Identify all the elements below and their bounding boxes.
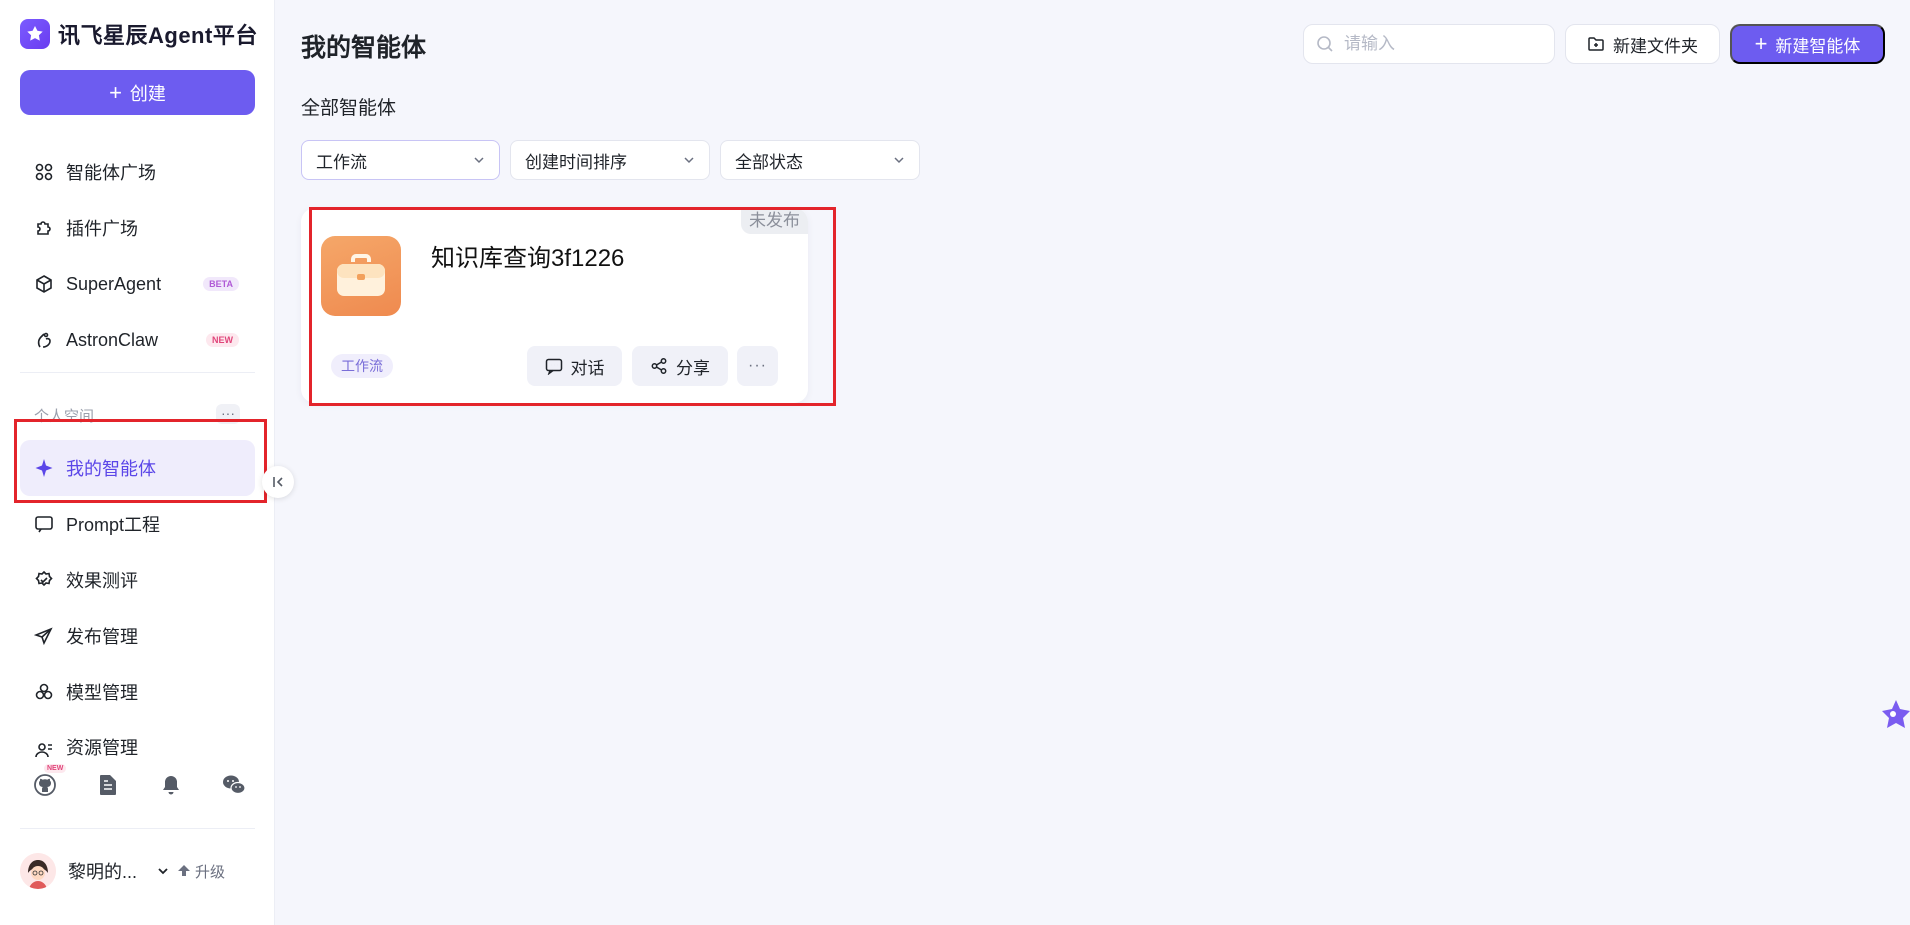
search-input[interactable] [1344, 34, 1534, 54]
upgrade-button[interactable]: 升级 [177, 861, 225, 882]
claw-icon [37, 332, 51, 348]
status-badge: 未发布 [741, 208, 808, 234]
sidebar-item-superagent[interactable]: SuperAgent BETA [20, 256, 255, 312]
plus-icon: + [1754, 31, 1768, 56]
new-agent-button[interactable]: + 新建智能体 [1730, 24, 1885, 64]
sidebar-item-models[interactable]: 模型管理 [20, 664, 255, 720]
wechat-icon[interactable] [221, 772, 247, 798]
upgrade-label: 升级 [195, 863, 226, 881]
new-badge: NEW [44, 764, 67, 773]
sidebar-item-astronclaw[interactable]: AstronClaw NEW [20, 312, 255, 368]
upgrade-icon [178, 865, 191, 876]
type-filter-select[interactable]: 工作流 [301, 140, 500, 180]
chat-button-label: 对话 [570, 358, 605, 378]
agent-title: 知识库查询3f1226 [431, 245, 625, 272]
sparkle-icon [35, 459, 53, 477]
new-agent-label: 新建智能体 [1775, 36, 1861, 56]
logo-icon [20, 19, 50, 49]
sidebar-item-plugin-square[interactable]: 插件广场 [20, 200, 255, 256]
type-tag: 工作流 [331, 354, 393, 378]
new-folder-label: 新建文件夹 [1613, 36, 1698, 56]
collapse-icon [273, 477, 283, 487]
badge-check-icon [35, 570, 53, 587]
page-title: 我的智能体 [301, 34, 427, 62]
sidebar-divider [20, 372, 255, 373]
sidebar: 讯飞星辰Agent平台 + 创建 智能体广场 插件广场 SuperAgent B… [0, 0, 275, 925]
sidebar-item-agent-square[interactable]: 智能体广场 [20, 144, 255, 200]
folder-plus-icon [1588, 37, 1604, 51]
sort-filter-value: 创建时间排序 [525, 152, 627, 172]
chevron-down-icon[interactable] [157, 865, 169, 877]
document-icon[interactable] [95, 772, 121, 798]
more-options-button[interactable]: ··· [737, 346, 778, 386]
share-icon [651, 358, 667, 374]
section-more-button[interactable]: ··· [216, 404, 240, 424]
sidebar-item-label: AstronClaw [66, 329, 159, 350]
chat-box-icon [35, 516, 53, 533]
search-icon [1317, 36, 1333, 52]
share-button[interactable]: 分享 [632, 346, 728, 386]
sidebar-item-label: 智能体广场 [66, 163, 156, 183]
sidebar-item-label: 我的智能体 [66, 459, 156, 479]
sidebar-item-label: 效果测评 [66, 571, 138, 591]
agent-card[interactable]: 知识库查询3f1226 未发布 工作流 对话 分享 ··· [301, 208, 808, 403]
briefcase-icon [321, 236, 401, 316]
sidebar-item-resources[interactable]: 资源管理 [20, 720, 255, 760]
app-logo[interactable]: 讯飞星辰Agent平台 [20, 18, 258, 50]
status-filter-value: 全部状态 [735, 152, 803, 172]
new-badge: NEW [206, 333, 239, 347]
filter-bar: 工作流 创建时间排序 全部状态 [301, 140, 920, 180]
section-label-personal-space: 个人空间 [34, 408, 95, 425]
app-title: 讯飞星辰Agent平台 [58, 23, 258, 48]
sidebar-item-label: SuperAgent [66, 273, 162, 294]
sidebar-item-evaluation[interactable]: 效果测评 [20, 552, 255, 608]
beta-badge: BETA [203, 277, 239, 291]
collapse-sidebar-button[interactable] [262, 466, 294, 498]
resource-icon [35, 743, 52, 758]
type-filter-value: 工作流 [316, 152, 367, 172]
sidebar-item-label: 插件广场 [66, 219, 138, 239]
sidebar-item-label: 资源管理 [66, 738, 138, 758]
share-button-label: 分享 [676, 358, 710, 378]
chevron-down-icon [474, 157, 484, 164]
sidebar-bottom-icons: NEW [32, 764, 247, 798]
status-filter-select[interactable]: 全部状态 [720, 140, 920, 180]
chat-icon [545, 358, 562, 375]
bell-icon[interactable] [158, 772, 184, 798]
search-box[interactable] [1303, 24, 1555, 64]
puzzle-icon [37, 221, 51, 235]
create-button-label: 创建 [129, 83, 166, 104]
sidebar-item-prompt[interactable]: Prompt工程 [20, 496, 255, 552]
section-title: 全部智能体 [301, 98, 397, 119]
workspace-nav: 我的智能体 Prompt工程 效果测评 发布管理 模型管理 资源管理 [20, 440, 255, 760]
sidebar-item-label: 模型管理 [66, 683, 138, 703]
sidebar-item-publish[interactable]: 发布管理 [20, 608, 255, 664]
chat-button[interactable]: 对话 [527, 346, 622, 386]
user-profile[interactable]: 黎明的... 升级 [20, 828, 255, 889]
send-icon [34, 627, 53, 646]
sidebar-item-my-agents[interactable]: 我的智能体 [20, 440, 255, 496]
chevron-down-icon [894, 157, 904, 164]
user-name: 黎明的... [68, 862, 138, 882]
cube-icon [36, 275, 52, 293]
primary-nav: 智能体广场 插件广场 SuperAgent BETA AstronClaw NE… [20, 144, 255, 368]
new-folder-button[interactable]: 新建文件夹 [1565, 24, 1720, 64]
create-button[interactable]: + 创建 [20, 70, 255, 115]
more-icon: ··· [748, 357, 767, 374]
avatar [20, 853, 56, 889]
plus-icon: + [109, 79, 122, 105]
assistant-bot-icon[interactable] [1876, 698, 1910, 744]
sidebar-item-label: Prompt工程 [66, 515, 161, 535]
model-icon [35, 683, 53, 700]
chevron-down-icon [684, 157, 694, 164]
github-icon[interactable]: NEW [32, 764, 67, 798]
grid-icon [35, 163, 53, 181]
sort-filter-select[interactable]: 创建时间排序 [510, 140, 710, 180]
sidebar-item-label: 发布管理 [66, 627, 138, 647]
